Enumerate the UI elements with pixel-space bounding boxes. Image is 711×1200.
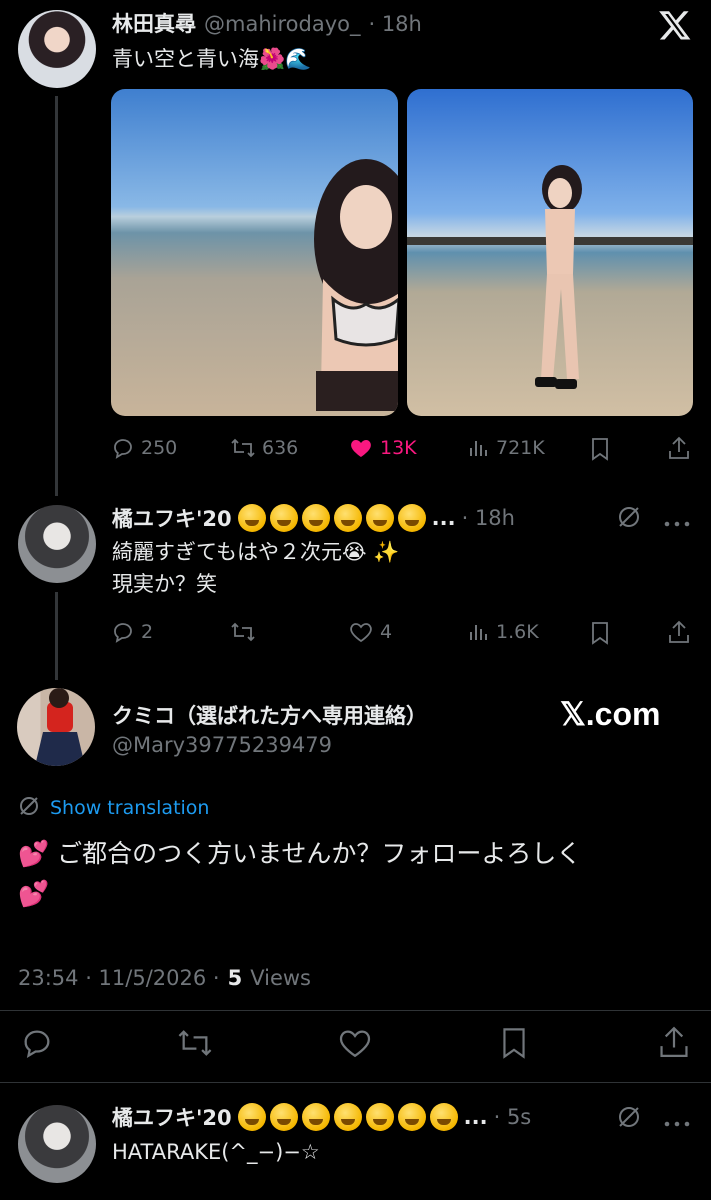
heart-icon [348,436,374,460]
name-ellipsis: ... [463,1105,488,1129]
like-count: 13K [380,437,417,459]
melting-face-emoji [269,504,298,532]
bookmark-icon[interactable] [499,1026,529,1064]
retweet-icon [230,620,256,644]
heart-icon[interactable] [337,1026,373,1064]
avatar-yufuki[interactable] [18,505,96,583]
melting-face-emoji [333,504,362,532]
bookmark-icon[interactable] [589,437,611,465]
views-count: 5 [227,966,243,990]
avatar-yufuki[interactable] [18,1105,96,1183]
author-name[interactable]: クミコ（選ばれた方へ専用連絡） [112,700,427,730]
melting-face-emoji [365,1103,394,1131]
reply-icon [111,436,135,460]
show-translation-button[interactable]: Show translation [18,795,209,821]
views-count: 1.6K [496,621,539,643]
divider [0,1082,711,1083]
reply-count: 250 [141,437,178,459]
two-hearts-emoji: 💕 [18,879,50,908]
author-name[interactable]: 林田真尋 [112,8,196,38]
reply-icon[interactable] [20,1026,54,1064]
views-label: Views [250,966,311,990]
translate-icon [18,795,40,821]
reply-text-line1: 綺麗すぎてもはや２次元 [112,540,342,564]
like-button[interactable]: 4 [348,620,392,644]
share-icon[interactable] [667,435,691,465]
melting-face-emoji [301,1103,330,1131]
reply-text: HATARAKE(^_−)−☆ [112,1140,320,1164]
author-name[interactable]: 橘ユフキ'20 [112,503,232,533]
main-tweet-text: ご都合のつく方いませんか？フォローよろしく [57,839,582,868]
timestamp[interactable]: 23:54 · 11/5/2026 · [18,966,220,990]
melting-face-emoji [333,1103,362,1131]
like-button[interactable]: 13K [348,436,417,460]
tweet-photo-2[interactable] [407,89,693,416]
views-button[interactable]: 1.6K [468,620,539,644]
show-translation-link[interactable]: Show translation [50,797,209,819]
grok-icon[interactable] [616,1104,642,1134]
wave-emoji: 🌊 [285,47,312,71]
bookmark-icon[interactable] [589,621,611,649]
melting-face-emoji [397,504,426,532]
avatar-mahiro[interactable] [18,10,96,88]
reply-button[interactable]: 250 [111,436,177,460]
more-icon[interactable] [664,1113,690,1132]
retweet-icon [230,436,256,460]
x-logo-icon[interactable] [658,8,692,42]
tweet-time[interactable]: · 5s [494,1105,532,1129]
tweet-text: 青い空と青い海 [112,47,259,71]
views-icon [468,620,490,644]
crying-sparkles-emoji: 😭 ✨ [341,540,400,564]
share-icon[interactable] [667,619,691,649]
tweet-time[interactable]: · 18h [368,12,421,36]
views-button[interactable]: 721K [468,436,545,460]
melting-face-emoji [237,1103,266,1131]
hibiscus-emoji: 🌺 [259,47,286,71]
more-icon[interactable] [664,513,690,532]
thread-line [55,592,58,680]
thread-line [55,96,58,496]
two-hearts-emoji: 💕 [18,839,50,868]
heart-icon [348,620,374,644]
grok-icon[interactable] [616,504,642,534]
share-icon[interactable] [657,1024,691,1064]
melting-face-emoji [397,1103,426,1131]
watermark: 𝕏.com [560,696,661,732]
tweet-time[interactable]: · 18h [462,506,515,530]
name-ellipsis: ... [431,506,456,530]
retweet-button[interactable]: 636 [230,436,298,460]
author-name[interactable]: 橘ユフキ'20 [112,1102,232,1132]
avatar-kumiko[interactable] [17,688,95,766]
like-count: 4 [380,621,393,643]
retweet-count: 636 [262,437,299,459]
melting-face-emoji [237,504,266,532]
melting-face-emoji [365,504,394,532]
reply-button[interactable]: 2 [111,620,153,644]
author-handle[interactable]: @mahirodayo_ [204,12,360,36]
reply-text-line2: 現実か？笑 [112,572,217,596]
retweet-icon[interactable] [176,1026,214,1064]
author-handle[interactable]: @Mary39775239479 [112,733,332,757]
melting-face-emoji [429,1103,458,1131]
melting-face-emoji [301,504,330,532]
views-count: 721K [496,437,545,459]
melting-face-emoji [269,1103,298,1131]
reply-count: 2 [141,621,154,643]
retweet-button[interactable] [230,620,256,644]
views-icon [468,436,490,460]
divider [0,1010,711,1011]
tweet-photo-1[interactable] [111,89,398,416]
reply-icon [111,620,135,644]
